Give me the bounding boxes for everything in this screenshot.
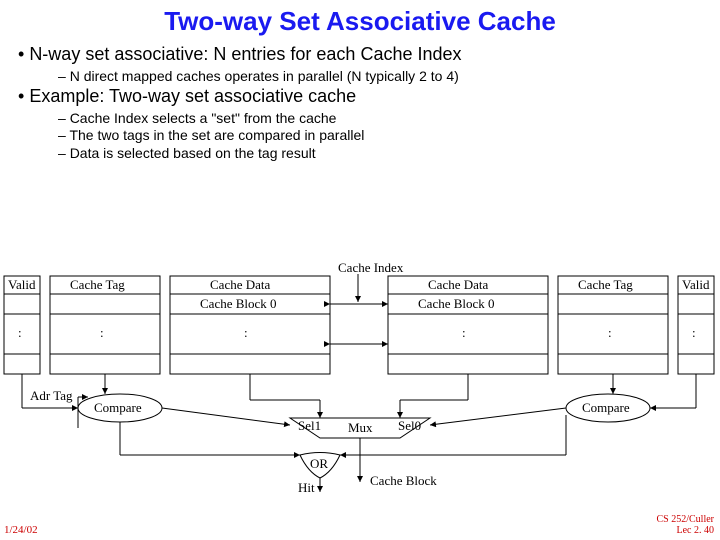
dots-valid-left: : [18,325,22,340]
footer-course-2: Lec 2. 40 [677,525,715,536]
bullet-list: N-way set associative: N entries for eac… [18,43,720,162]
label-cache-block: Cache Block [370,473,437,488]
label-cache-data-right: Cache Data [428,277,489,292]
dots-data-left: : [244,325,248,340]
bullet-1-sub-1: N direct mapped caches operates in paral… [58,68,720,86]
label-sel0: Sel0 [398,418,421,433]
page-title: Two-way Set Associative Cache [0,0,720,37]
dots-data-right: : [462,325,466,340]
bullet-1: N-way set associative: N entries for eac… [18,43,720,66]
dots-valid-right: : [692,325,696,340]
label-valid-left: Valid [8,277,36,292]
label-sel1: Sel1 [298,418,321,433]
footer-course: CS 252/Culler Lec 2. 40 [656,514,714,536]
footer-date: 1/24/02 [4,524,38,536]
label-cache-tag-left: Cache Tag [70,277,125,292]
footer-course-1: CS 252/Culler [656,514,714,525]
label-adr-tag: Adr Tag [30,388,73,403]
label-compare-right: Compare [582,400,630,415]
label-hit: Hit [298,480,315,495]
label-cache-index: Cache Index [338,260,404,275]
dots-tag-right: : [608,325,612,340]
bullet-2-sub-3: Data is selected based on the tag result [58,145,720,163]
label-or: OR [310,456,328,471]
label-cache-block-right: Cache Block 0 [418,296,495,311]
label-mux: Mux [348,420,373,435]
bullet-2-sub-2: The two tags in the set are compared in … [58,127,720,145]
label-cache-block-left: Cache Block 0 [200,296,277,311]
bullet-2-sub-1: Cache Index selects a "set" from the cac… [58,110,720,128]
bullet-2: Example: Two-way set associative cache [18,85,720,108]
label-valid-right: Valid [682,277,710,292]
label-cache-tag-right: Cache Tag [578,277,633,292]
label-compare-left: Compare [94,400,142,415]
dots-tag-left: : [100,325,104,340]
cache-diagram: Valid : Cache Tag : Cache Data Cache Blo… [0,260,720,520]
label-cache-data-left: Cache Data [210,277,271,292]
